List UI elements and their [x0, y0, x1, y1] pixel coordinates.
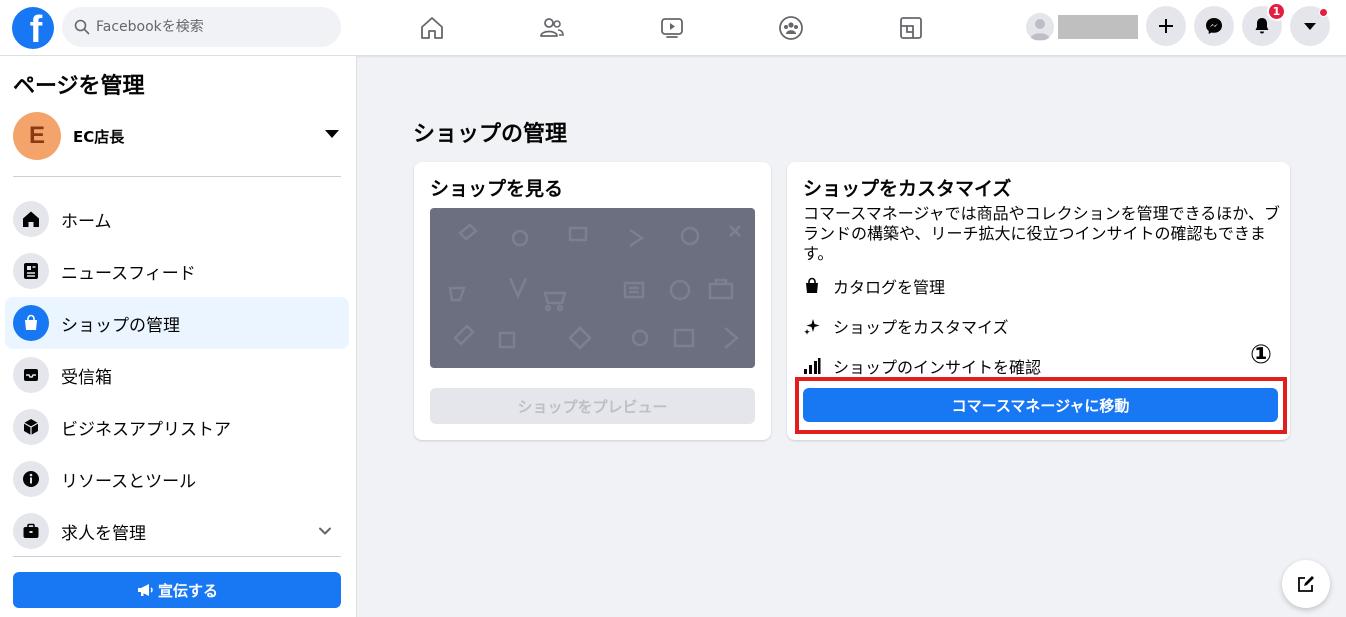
divider — [13, 556, 341, 557]
search-input[interactable] — [96, 19, 326, 35]
groups-icon — [779, 16, 803, 40]
shopping-bag-icon — [25, 314, 37, 330]
plus-icon — [1159, 19, 1173, 33]
notification-count-badge: 1 — [1267, 2, 1286, 21]
search-box[interactable] — [62, 7, 341, 47]
sidebar-item-label: 受信箱 — [61, 367, 112, 388]
shop-pattern-icon — [448, 223, 741, 350]
cube-icon — [23, 419, 39, 435]
sidebar-item-label: ニュースフィード — [61, 263, 196, 284]
bag-icon — [806, 277, 818, 293]
messenger-button[interactable] — [1194, 6, 1234, 46]
briefcase-icon — [23, 523, 39, 538]
home-icon — [421, 17, 443, 39]
page-title: ショップの管理 — [413, 122, 568, 147]
nav-friends[interactable] — [497, 8, 607, 48]
card-title: ショップを見る — [430, 178, 564, 200]
info-icon — [23, 471, 39, 487]
bell-icon — [1255, 18, 1269, 34]
sidebar-item-home[interactable]: ホーム — [5, 193, 349, 245]
page-name: EC店長 — [73, 127, 125, 146]
nav-watch[interactable] — [617, 8, 727, 48]
page-avatar: E — [13, 112, 61, 160]
bar-chart-icon — [804, 358, 821, 374]
gaming-icon — [900, 17, 922, 39]
compose-icon — [1298, 576, 1314, 592]
view-shop-card: ショップを見る ショップをプレビュー — [414, 162, 771, 440]
shop-preview-image — [430, 208, 755, 368]
avatar — [1026, 13, 1054, 41]
sidebar-title: ページを管理 — [13, 74, 145, 99]
sidebar-item-label: リソースとツール — [61, 471, 197, 492]
caret-down-icon — [1304, 23, 1316, 30]
megaphone-icon — [137, 584, 153, 596]
nav-home[interactable] — [377, 8, 487, 48]
facebook-logo-icon[interactable]: f — [12, 7, 54, 49]
user-silhouette-icon — [1030, 19, 1050, 40]
page-selector[interactable]: E EC店長 — [13, 112, 343, 160]
messenger-icon — [1206, 18, 1222, 34]
nav-groups[interactable] — [736, 8, 846, 48]
divider — [13, 176, 341, 177]
highlight-annotation-box — [795, 377, 1287, 434]
feature-customize-shop: ショップをカスタマイズ — [803, 314, 1009, 338]
alert-dot — [1319, 8, 1328, 17]
create-button[interactable] — [1146, 6, 1186, 46]
sidebar-item-inbox[interactable]: 受信箱 — [5, 349, 349, 401]
card-title: ショップをカスタマイズ — [803, 178, 1012, 200]
chevron-down-icon[interactable] — [317, 523, 333, 539]
sidebar-item-label: ビジネスアプリストア — [61, 419, 231, 440]
feature-shop-insights: ショップのインサイトを確認 — [803, 354, 1041, 378]
home-icon — [23, 211, 39, 227]
sidebar-item-news-feed[interactable]: ニュースフィード — [5, 245, 349, 297]
sidebar-item-jobs[interactable]: 求人を管理 — [5, 505, 349, 557]
sidebar-item-shop-management[interactable]: ショップの管理 — [5, 297, 349, 349]
account-menu-button[interactable] — [1290, 6, 1330, 46]
notifications-button[interactable]: 1 — [1242, 2, 1286, 46]
sidebar: ページを管理 E EC店長 ホーム ニュースフィード ショップの管理 受信箱 ビ… — [0, 56, 357, 617]
caret-down-icon[interactable] — [325, 130, 339, 138]
feature-manage-catalog: カタログを管理 — [803, 274, 945, 298]
sidebar-item-business-app-store[interactable]: ビジネスアプリストア — [5, 401, 349, 453]
card-description: コマースマネージャでは商品やコレクションを管理できるほか、ブランドの構築や、リー… — [803, 204, 1280, 263]
preview-shop-button[interactable]: ショップをプレビュー — [430, 388, 755, 424]
sidebar-item-label: ホーム — [61, 211, 112, 232]
sidebar-item-resources[interactable]: リソースとツール — [5, 453, 349, 505]
friends-icon — [540, 18, 564, 37]
nav-gaming[interactable] — [856, 8, 966, 48]
watch-icon — [661, 18, 683, 38]
new-message-button[interactable] — [1282, 560, 1330, 608]
profile-name-redacted — [1058, 15, 1138, 39]
sparkle-icon — [804, 319, 820, 335]
sidebar-item-label: ショップの管理 — [61, 315, 180, 336]
step-number-annotation: ① — [1250, 340, 1273, 370]
sidebar-item-label: 求人を管理 — [61, 523, 146, 544]
news-feed-icon — [24, 263, 38, 279]
top-bar: f 1 — [0, 0, 1346, 56]
profile-chip[interactable] — [1026, 10, 1138, 44]
inbox-icon — [24, 369, 38, 381]
search-icon — [74, 19, 90, 35]
promote-button[interactable]: 宣伝する — [13, 572, 341, 608]
